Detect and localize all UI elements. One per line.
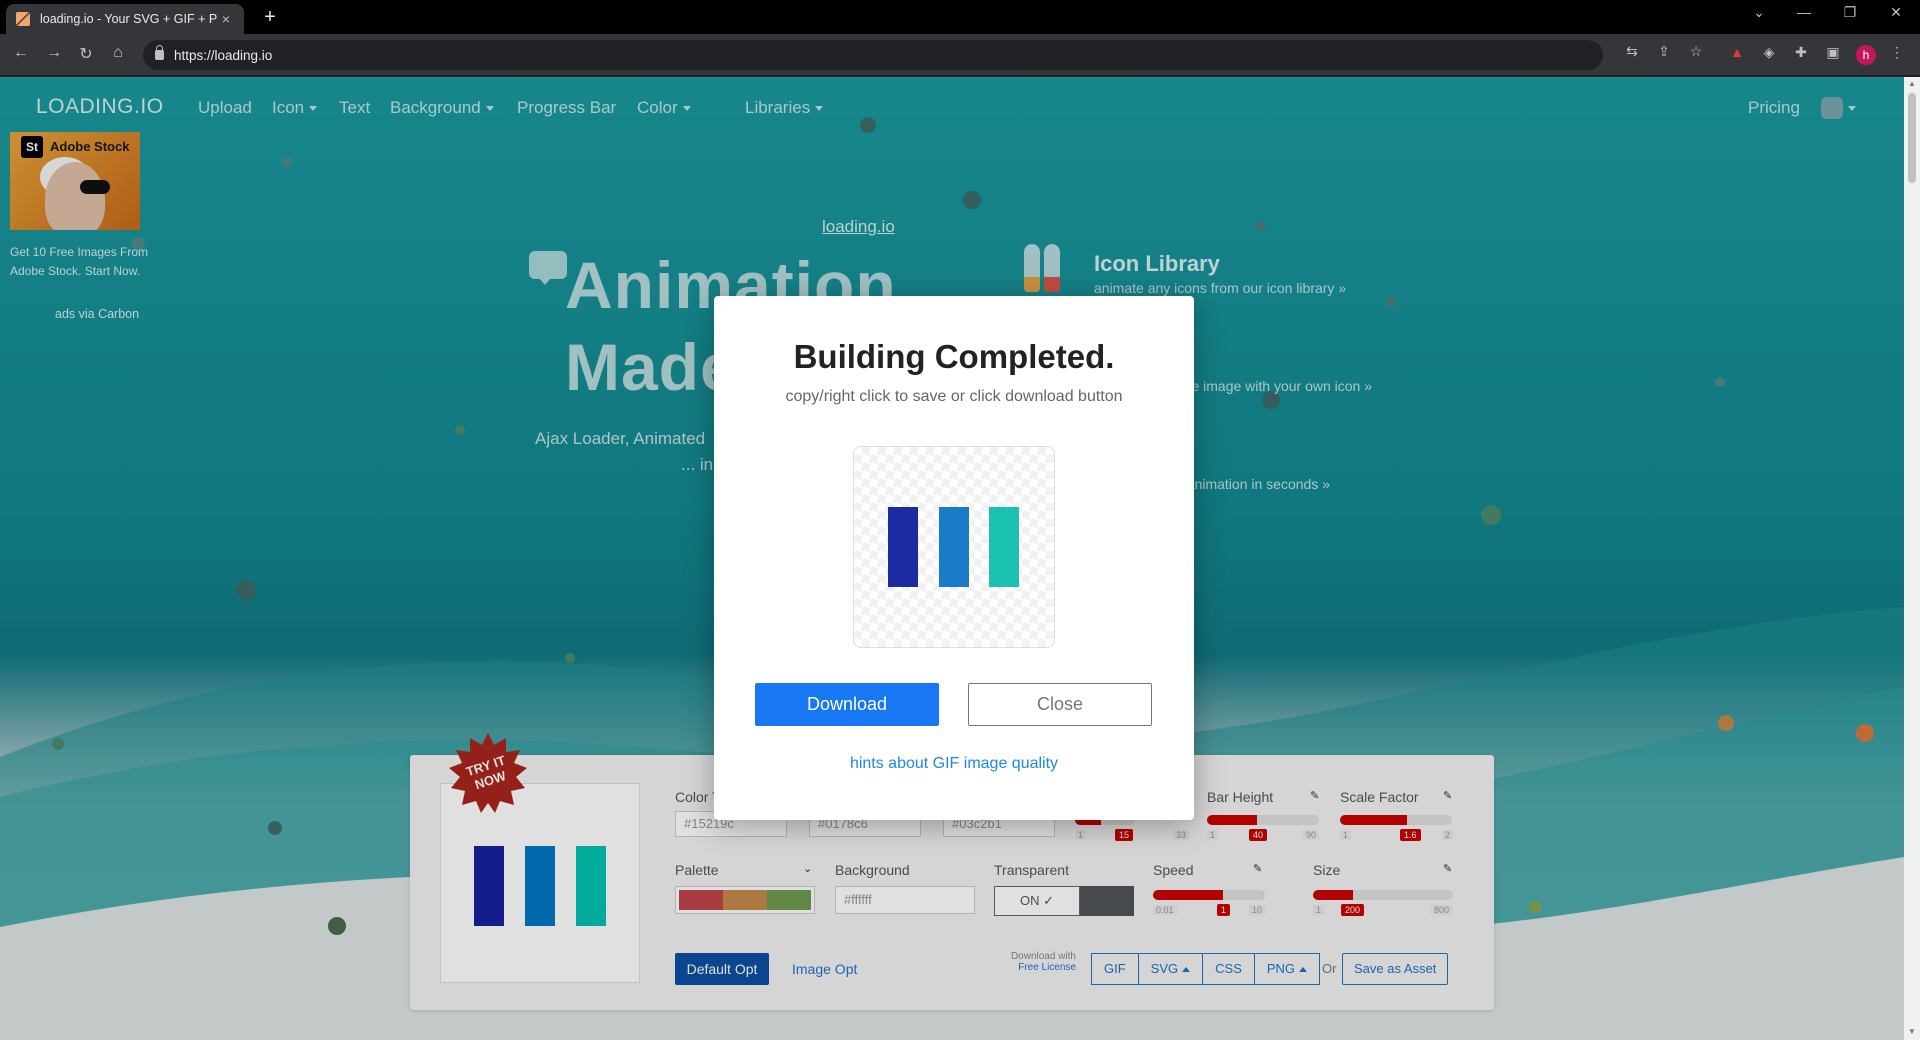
download-button[interactable]: Download <box>755 683 939 726</box>
dialog-title: Building Completed. <box>793 338 1115 375</box>
address-toolbar: ← → ↻ ⌂ https://loading.io ⇆ ⇪ ☆ ▲ ◈ ✚ ▣… <box>0 34 1920 76</box>
dialog-subtitle: copy/right click to save or click downlo… <box>785 388 1123 405</box>
star-icon[interactable]: ☆ <box>1686 43 1706 60</box>
url-text[interactable]: https://loading.io <box>174 48 272 63</box>
lock-icon[interactable] <box>155 45 164 60</box>
tab-close-icon[interactable]: × <box>218 11 234 27</box>
scroll-up-icon[interactable]: ▲ <box>1908 79 1916 88</box>
new-tab-button[interactable]: + <box>258 6 282 29</box>
generated-image-preview[interactable] <box>853 446 1055 648</box>
home-icon[interactable]: ⌂ <box>107 44 129 62</box>
loader-bar <box>989 507 1019 587</box>
minimize-icon[interactable]: — <box>1792 4 1816 20</box>
loader-bar <box>939 507 969 587</box>
forward-icon[interactable]: → <box>43 44 65 62</box>
acrobat-icon[interactable]: ▲ <box>1728 44 1746 62</box>
puzzle-icon[interactable]: ✚ <box>1792 44 1810 62</box>
tab-search-icon[interactable]: ⌄ <box>1747 4 1771 21</box>
sidepanel-icon[interactable]: ▣ <box>1824 44 1842 62</box>
restore-icon[interactable]: ❐ <box>1838 4 1862 21</box>
page-scrollbar[interactable]: ▲ ▼ <box>1904 77 1920 1040</box>
back-icon[interactable]: ← <box>10 44 32 62</box>
loader-bar <box>888 507 918 587</box>
address-bar[interactable]: https://loading.io <box>143 40 1603 70</box>
build-complete-dialog: Building Completed. copy/right click to … <box>714 296 1194 820</box>
scroll-down-icon[interactable]: ▼ <box>1908 1027 1916 1036</box>
reload-icon[interactable]: ↻ <box>75 44 97 64</box>
browser-tab[interactable]: loading.io - Your SVG + GIF + PNG Ajax L… <box>6 4 244 34</box>
translate-icon[interactable]: ⇆ <box>1622 43 1642 60</box>
extension-icon[interactable]: ◈ <box>1760 44 1778 62</box>
share-icon[interactable]: ⇪ <box>1654 43 1674 60</box>
browser-tab-strip: loading.io - Your SVG + GIF + PNG Ajax L… <box>0 0 1920 34</box>
menu-icon[interactable]: ⋮ <box>1888 44 1906 62</box>
close-button[interactable]: Close <box>968 683 1152 726</box>
scrollbar-thumb[interactable] <box>1908 93 1916 183</box>
tab-title: loading.io - Your SVG + GIF + PNG Ajax L… <box>40 12 218 26</box>
close-window-icon[interactable]: ✕ <box>1884 4 1908 21</box>
favicon-icon <box>16 12 30 26</box>
profile-avatar[interactable]: h <box>1856 45 1876 65</box>
gif-quality-hints-link[interactable]: hints about GIF image quality <box>714 755 1194 773</box>
